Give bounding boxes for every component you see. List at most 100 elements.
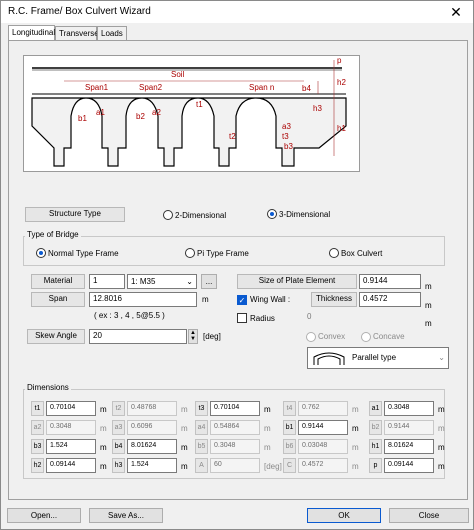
dim-input-h2[interactable]: 0.09144 [46,458,96,473]
dim-label-h2: h2 [31,458,44,473]
dim-unit-h3: m [181,462,188,471]
ok-button[interactable]: OK [307,508,381,523]
radius-label: Radius [250,314,275,323]
dim-unit-b3: m [100,443,107,452]
radio-box-culvert[interactable] [329,248,339,258]
thickness-unit: m [425,301,432,310]
tab-transverse[interactable]: Transverse [55,26,99,40]
diagram-spann: Span n [249,83,275,92]
radio-pi-frame[interactable] [185,248,195,258]
dim-input-b1[interactable]: 0.9144 [298,420,348,435]
dim-input-a4[interactable]: 0.54864 [210,420,260,435]
dim-label-c: C [283,458,296,473]
radio-concave[interactable] [361,332,371,342]
diagram-span2: Span2 [139,83,163,92]
dim-input-h1[interactable]: 8.01624 [384,439,434,454]
close-button[interactable]: Close [389,508,469,523]
radio-convex[interactable] [306,332,316,342]
skew-spinner[interactable]: ▲ ▼ [188,329,198,344]
dim-unit-h1: m [438,443,445,452]
dimensions-label: Dimensions [25,383,71,392]
dim-input-a1[interactable]: 0.3048 [384,401,434,416]
dim-input-b6[interactable]: 0.03048 [298,439,348,454]
dim-unit-t2: m [181,405,188,414]
dim-label-a4: a4 [195,420,208,435]
dim-input-a3[interactable]: 0.6096 [127,420,177,435]
material-more-button[interactable]: ... [201,274,217,289]
diagram-t2: t2 [229,132,236,141]
chevron-down-icon: ⌄ [438,353,445,362]
material-select[interactable]: 1: M35 ⌄ [127,274,197,289]
dim-input-t1[interactable]: 0.70104 [46,401,96,416]
dim-unit-b6: m [352,443,359,452]
dim-label-a1: a1 [369,401,382,416]
plate-size-label: Size of Plate Element [237,274,357,289]
dim-label-t3: t3 [195,401,208,416]
diagram-a3: a3 [282,122,291,131]
diagram-t1: t1 [196,100,203,109]
dim-label-b4: b4 [112,439,125,454]
shape-select-value: Parallel type [352,353,397,362]
dim-unit-b5: m [264,443,271,452]
save-as-button[interactable]: Save As... [89,508,163,523]
dim-unit-a: [deg] [264,462,282,471]
diagram-b2: b2 [136,112,145,121]
material-select-value: 1: M35 [131,277,156,286]
frame-diagram: Soil p h2 h3 h1 b4 b3 Span1 Span2 Span n… [23,55,360,172]
radio-normal-frame[interactable] [36,248,46,258]
dim-input-t3[interactable]: 0.70104 [210,401,260,416]
diagram-span1: Span1 [85,83,109,92]
chevron-down-icon: ⌄ [186,277,193,286]
close-icon[interactable]: ✕ [445,3,467,21]
radius-value: 0 [307,312,312,321]
dim-unit-h2: m [100,462,107,471]
dim-label-b3: b3 [31,439,44,454]
skew-angle-input[interactable]: 20 [89,329,187,344]
dim-label-h3: h3 [112,458,125,473]
tab-loads[interactable]: Loads [97,26,127,40]
dim-input-b2[interactable]: 0.9144 [384,420,434,435]
thickness-input[interactable]: 0.4572 [359,292,421,307]
plate-size-input[interactable]: 0.9144 [359,274,421,289]
shape-select[interactable]: Parallel type ⌄ [307,347,449,369]
span-input[interactable]: 12.8016 [89,292,197,307]
radio-3d[interactable] [267,209,277,219]
span-unit: m [202,295,209,304]
dim-label-h1: h1 [369,439,382,454]
radius-checkbox[interactable] [237,313,247,323]
dim-label-a2: a2 [31,420,44,435]
dim-input-t2[interactable]: 0.48768 [127,401,177,416]
dim-unit-a4: m [264,424,271,433]
radio-2d[interactable] [163,210,173,220]
wing-wall-label: Wing Wall : [250,295,291,304]
window-title: R.C. Frame/ Box Culvert Wizard [8,6,151,17]
dim-input-b4[interactable]: 8.01624 [127,439,177,454]
open-button[interactable]: Open... [7,508,81,523]
frame-diagram-svg [31,60,347,167]
radius-unit: m [425,319,432,328]
tab-longitudinal[interactable]: Longitudinal [8,25,55,41]
diagram-b4: b4 [302,84,311,93]
dim-input-t4[interactable]: 0.762 [298,401,348,416]
dim-input-h3[interactable]: 1.524 [127,458,177,473]
radio-normal-frame-label: Normal Type Frame [48,249,119,258]
wing-wall-checkbox[interactable]: ✓ [237,295,247,305]
parallel-shape-icon [313,352,345,365]
dim-input-p[interactable]: 0.09144 [384,458,434,473]
diagram-b3: b3 [284,142,293,151]
dim-input-b3[interactable]: 1.524 [46,439,96,454]
dim-unit-t4: m [352,405,359,414]
diagram-h2: h2 [337,78,346,87]
dim-input-a[interactable]: 60 [210,458,260,473]
radio-convex-label: Convex [318,332,346,341]
dim-input-b5[interactable]: 0.3048 [210,439,260,454]
radio-box-culvert-label: Box Culvert [341,249,383,258]
dim-input-a2[interactable]: 0.3048 [46,420,96,435]
diagram-a2: a2 [152,108,161,117]
dim-label-p: p [369,458,382,473]
dim-input-c[interactable]: 0.4572 [298,458,348,473]
spin-down-icon: ▼ [190,336,196,342]
dim-label-a: A [195,458,208,473]
material-id-input[interactable]: 1 [89,274,125,289]
dim-unit-b2: m [438,424,445,433]
